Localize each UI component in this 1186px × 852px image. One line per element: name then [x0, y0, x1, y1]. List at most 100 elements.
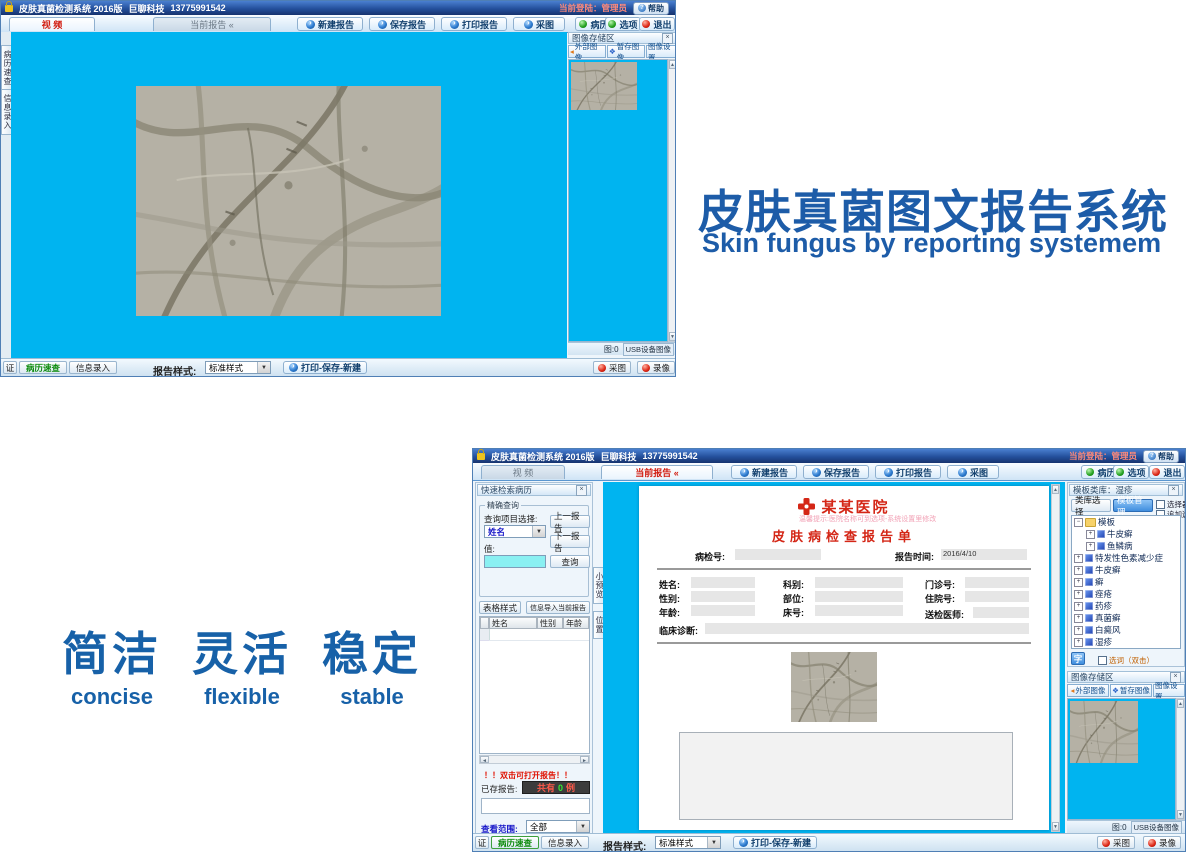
- capture-button[interactable]: 采图: [513, 17, 565, 31]
- report-style-dropdown[interactable]: 标准样式▼: [655, 836, 721, 849]
- prev-report-button[interactable]: 上一报告: [550, 515, 590, 528]
- inpatient-field[interactable]: [965, 591, 1029, 602]
- expander-icon[interactable]: +: [1086, 530, 1095, 539]
- tree-item[interactable]: +真菌癣: [1072, 612, 1180, 624]
- info-entry-button[interactable]: 信息录入: [69, 361, 117, 374]
- expander-icon[interactable]: +: [1074, 614, 1083, 623]
- col-name[interactable]: 姓名: [489, 617, 537, 629]
- report-scrollbar[interactable]: ▲▼: [1051, 484, 1060, 832]
- titlebar[interactable]: 皮肤真菌检测系统 2016版 巨聊科技 13775991542 当前登陆：管理员…: [473, 449, 1185, 463]
- tree-item[interactable]: +牛皮癣: [1072, 564, 1180, 576]
- expander-icon[interactable]: +: [1074, 554, 1083, 563]
- tree-item[interactable]: +鱼鳞病: [1072, 540, 1180, 552]
- view-range-dropdown[interactable]: 全部▼: [526, 820, 590, 833]
- tree-item[interactable]: +癣: [1072, 576, 1180, 588]
- tree-item[interactable]: +牛皮癣: [1072, 528, 1180, 540]
- font-button[interactable]: 字: [1071, 652, 1085, 665]
- report-time-field[interactable]: 2016/4/10: [941, 549, 1027, 560]
- outpatient-field[interactable]: [965, 577, 1029, 588]
- bed-field[interactable]: [815, 605, 903, 616]
- word-select-checkbox[interactable]: 选词（双击）: [1098, 655, 1154, 666]
- exit-button[interactable]: 退出: [1149, 465, 1185, 479]
- tab-video[interactable]: 视 频: [481, 465, 565, 479]
- temp-image-button[interactable]: ❖暂存图像: [607, 45, 645, 58]
- library-select-button[interactable]: 类库选择: [1071, 499, 1111, 512]
- diagnosis-field[interactable]: [705, 623, 1029, 634]
- tab-video[interactable]: 视 频: [9, 17, 95, 31]
- capture-button-bottom[interactable]: 采图: [1097, 836, 1135, 849]
- temp-image-button[interactable]: ❖暂存图像: [1110, 684, 1152, 697]
- quick-search-button[interactable]: 病历速查: [491, 836, 539, 849]
- part-field[interactable]: [815, 591, 903, 602]
- report-style-dropdown[interactable]: 标准样式▼: [205, 361, 271, 374]
- expander-icon[interactable]: +: [1074, 590, 1083, 599]
- options-button[interactable]: 选项: [605, 17, 641, 31]
- cert-button[interactable]: 证: [475, 836, 489, 849]
- thumbnail-image[interactable]: [571, 62, 637, 110]
- tree-item[interactable]: +药疹: [1072, 600, 1180, 612]
- tree-item[interactable]: +湿疹: [1072, 636, 1180, 648]
- help-button[interactable]: ? 帮助: [633, 2, 669, 15]
- external-image-button[interactable]: ◂外部图像: [568, 45, 606, 58]
- close-icon[interactable]: ×: [1168, 485, 1179, 496]
- quick-search-button[interactable]: 病历速查: [19, 361, 67, 374]
- next-report-button[interactable]: 下一报告: [550, 535, 590, 548]
- query-button[interactable]: 查询: [550, 555, 590, 568]
- capture-button-bottom[interactable]: 采图: [593, 361, 631, 374]
- help-button[interactable]: ? 帮助: [1143, 450, 1179, 463]
- saved-report-field[interactable]: [481, 798, 590, 814]
- import-to-report-button[interactable]: 信息导入当前报告: [526, 601, 590, 614]
- storage-scrollbar[interactable]: ▲▼: [1176, 698, 1185, 820]
- options-button[interactable]: 选项: [1113, 465, 1149, 479]
- print-save-new-button[interactable]: 打印-保存-新建: [733, 836, 817, 849]
- usb-source-label[interactable]: USB设备图像: [1131, 821, 1182, 834]
- titlebar[interactable]: 皮肤真菌检测系统 2016版 巨聊科技 13775991542 当前登陆：管理员…: [1, 1, 675, 15]
- query-value-input[interactable]: [484, 555, 546, 568]
- doctor-field[interactable]: [973, 607, 1029, 618]
- dept-field[interactable]: [815, 577, 903, 588]
- new-report-button[interactable]: 新建报告: [297, 17, 363, 31]
- table-hscrollbar[interactable]: ◄►: [479, 755, 590, 764]
- cert-button[interactable]: 证: [3, 361, 17, 374]
- tab-current-report[interactable]: 当前报告 «: [153, 17, 271, 31]
- template-manage-button[interactable]: 模板管理: [1113, 499, 1153, 512]
- image-settings-button[interactable]: 图像设置: [646, 45, 676, 58]
- capture-button[interactable]: 采图: [947, 465, 999, 479]
- new-report-button[interactable]: 新建报告: [731, 465, 797, 479]
- record-button-bottom[interactable]: 录像: [1143, 836, 1181, 849]
- usb-source-label[interactable]: USB设备图像: [623, 343, 674, 356]
- external-image-button[interactable]: ◂外部图像: [1067, 684, 1109, 697]
- expander-icon[interactable]: +: [1086, 542, 1095, 551]
- storage-scrollbar[interactable]: ▲▼: [668, 59, 676, 342]
- print-report-button[interactable]: 打印报告: [875, 465, 941, 479]
- save-report-button[interactable]: 保存报告: [803, 465, 869, 479]
- tree-item[interactable]: +白癜风: [1072, 624, 1180, 636]
- table-style-button[interactable]: 表格样式: [479, 601, 521, 614]
- image-settings-button[interactable]: 图像设置: [1153, 684, 1185, 697]
- col-sex[interactable]: 性别: [537, 617, 563, 629]
- tab-current-report[interactable]: 当前报告 «: [601, 465, 713, 479]
- print-report-button[interactable]: 打印报告: [441, 17, 507, 31]
- tree-item[interactable]: +特发性色素减少症: [1072, 552, 1180, 564]
- exam-no-field[interactable]: [735, 549, 821, 560]
- findings-textarea[interactable]: [679, 732, 1013, 820]
- col-age[interactable]: 年龄: [563, 617, 589, 629]
- thumbnail-image[interactable]: [1070, 701, 1138, 763]
- query-field-dropdown[interactable]: 姓名▼: [484, 525, 546, 538]
- expander-icon[interactable]: +: [1074, 566, 1083, 575]
- save-report-button[interactable]: 保存报告: [369, 17, 435, 31]
- sex-field[interactable]: [691, 591, 755, 602]
- age-field[interactable]: [691, 605, 755, 616]
- result-table[interactable]: 姓名 性别 年龄: [479, 616, 590, 754]
- close-icon[interactable]: ×: [576, 485, 587, 496]
- expander-icon[interactable]: +: [1074, 638, 1083, 647]
- exit-button[interactable]: 退出: [639, 17, 675, 31]
- record-button-bottom[interactable]: 录像: [637, 361, 675, 374]
- expander-icon[interactable]: −: [1074, 518, 1083, 527]
- expander-icon[interactable]: +: [1074, 626, 1083, 635]
- print-save-new-button[interactable]: 打印-保存-新建: [283, 361, 367, 374]
- template-tree[interactable]: −模板 +牛皮癣 +鱼鳞病 +特发性色素减少症 +牛皮癣 +癣 +痤疮 +药疹 …: [1071, 515, 1181, 649]
- expander-icon[interactable]: +: [1074, 578, 1083, 587]
- tree-root[interactable]: −模板: [1072, 516, 1180, 528]
- name-field[interactable]: [691, 577, 755, 588]
